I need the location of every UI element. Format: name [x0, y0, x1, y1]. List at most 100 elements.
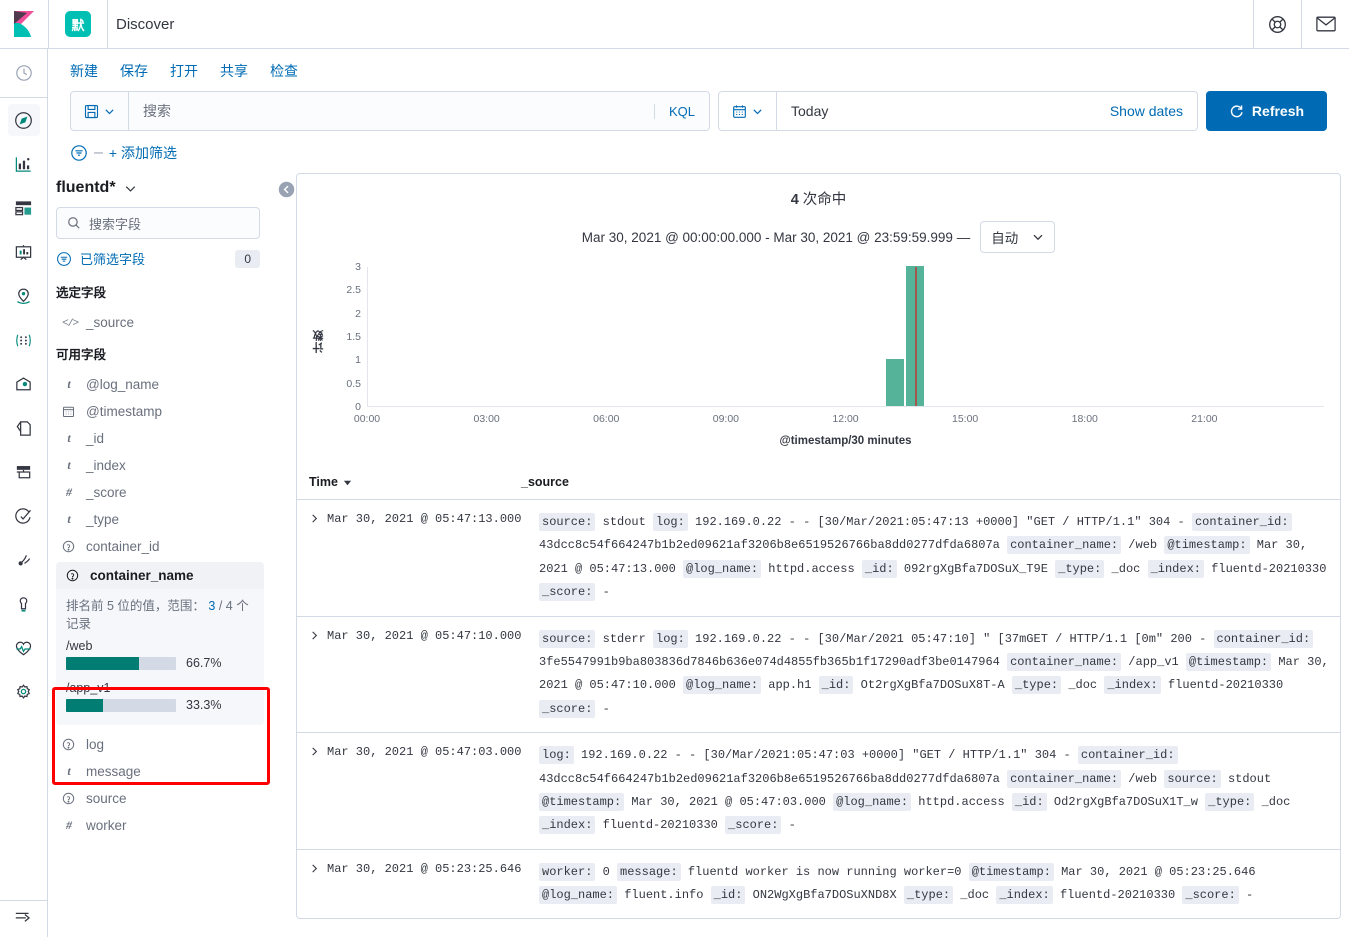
collapse-sidebar-button[interactable] — [278, 181, 295, 198]
sidebar-item-siem[interactable] — [8, 544, 40, 576]
table-row[interactable]: Mar 30, 2021 @ 05:47:03.000 log: 192.169.… — [297, 733, 1340, 850]
kibana-logo-icon[interactable] — [0, 0, 48, 48]
field-item-container-id[interactable]: container_id — [52, 533, 278, 560]
filter-icon — [56, 251, 72, 267]
table-row[interactable]: Mar 30, 2021 @ 05:47:10.000 source: stder… — [297, 617, 1340, 734]
plot-area[interactable] — [367, 266, 1324, 407]
mail-envelope-icon[interactable] — [1301, 0, 1349, 48]
field-search-input[interactable]: 搜索字段 — [56, 207, 260, 239]
filter-icon[interactable] — [70, 144, 88, 162]
field-item-id[interactable]: t _id — [52, 425, 278, 452]
sidebar-item-infrastructure[interactable] — [8, 368, 40, 400]
chart-time-marker — [914, 267, 917, 406]
string-type-icon: t — [67, 431, 71, 445]
field-value-bucket-app-v1[interactable]: /app_v1 33.3% — [56, 679, 264, 721]
date-picker-group[interactable]: Today Show dates — [718, 91, 1198, 131]
field-name: _type — [86, 512, 120, 527]
source-field-value: Ot2rgXgBfa7DOSuX8T-A — [853, 678, 1012, 693]
histogram-card: 4 次命中 Mar 30, 2021 @ 00:00:00.000 - Mar … — [296, 173, 1341, 465]
column-time[interactable]: Time — [309, 475, 521, 489]
sidebar-item-apm[interactable] — [8, 456, 40, 488]
save-button[interactable]: 保存 — [120, 61, 148, 81]
add-filter-button[interactable]: + 添加筛选 — [109, 143, 177, 163]
field-item-message[interactable]: t message — [52, 758, 278, 785]
expand-row-button[interactable] — [301, 511, 327, 605]
histogram-bar[interactable] — [885, 359, 905, 406]
field-item-log[interactable]: log — [52, 731, 278, 758]
cell-time: Mar 30, 2021 @ 05:23:25.646 — [327, 861, 522, 876]
source-field-value: stdout — [1220, 771, 1272, 786]
source-field-value: app.h1 — [761, 678, 819, 693]
lifebuoy-help-icon[interactable] — [1253, 0, 1301, 48]
chevron-down-icon — [1032, 231, 1044, 243]
expand-row-button[interactable] — [301, 744, 327, 838]
expand-row-button[interactable] — [301, 861, 327, 908]
collapse-nav-button[interactable] — [0, 900, 48, 937]
source-field-key: container_id: — [1213, 629, 1314, 648]
sidebar-item-monitoring[interactable] — [8, 632, 40, 664]
field-item-worker[interactable]: # worker — [52, 812, 278, 839]
source-field-value: stdout — [595, 515, 654, 529]
field-value-bucket-web[interactable]: /web 66.7% — [56, 637, 264, 679]
unknown-type-icon — [66, 569, 80, 582]
sidebar-item-dashboard[interactable] — [8, 192, 40, 224]
new-button[interactable]: 新建 — [70, 61, 98, 81]
source-field-key: @timestamp: — [968, 862, 1054, 881]
date-quick-select-button[interactable] — [719, 92, 777, 130]
table-row[interactable]: Mar 30, 2021 @ 05:47:13.000 source: stdou… — [297, 500, 1340, 617]
histogram-chart[interactable]: 计数 0 0.5 1 1.5 2 2.5 3 00:00 03:00 06:00 09:00 12:… — [309, 261, 1328, 457]
sidebar-item-logs[interactable] — [8, 412, 40, 444]
bucket-bar-track — [66, 656, 176, 670]
unknown-type-icon — [62, 540, 76, 553]
y-axis-tick: 0 — [355, 401, 361, 413]
open-button[interactable]: 打开 — [170, 61, 198, 81]
field-item-container-name[interactable]: container_name — [56, 562, 264, 589]
sidebar-item-management[interactable] — [8, 676, 40, 708]
source-field-value: 43dcc8c54f664247b1b2ed09621af3206b8e6519… — [539, 538, 1008, 553]
field-item-index[interactable]: t _index — [52, 452, 278, 479]
table-body: Mar 30, 2021 @ 05:47:13.000 source: stdou… — [297, 500, 1340, 918]
source-field-key: _index: — [996, 886, 1053, 905]
inspect-button[interactable]: 检查 — [270, 61, 298, 81]
filter-fields-button[interactable]: 已筛选字段 0 — [56, 249, 260, 268]
sidebar-item-machine-learning[interactable] — [8, 324, 40, 356]
table-row[interactable]: Mar 30, 2021 @ 05:23:25.646 worker: 0 mes… — [297, 850, 1340, 919]
source-field-value: httpd.access — [911, 794, 1012, 809]
string-type-icon: t — [67, 764, 71, 779]
expand-row-button[interactable] — [301, 628, 327, 722]
field-item-type[interactable]: t _type — [52, 506, 278, 533]
index-pattern-selector[interactable]: fluentd* — [52, 173, 278, 207]
sidebar-item-visualize[interactable] — [8, 148, 40, 180]
sort-down-icon[interactable] — [343, 478, 352, 487]
refresh-button[interactable]: Refresh — [1206, 91, 1327, 131]
interval-select[interactable]: 自动 — [980, 221, 1056, 253]
sidebar-item-maps[interactable] — [8, 280, 40, 312]
sidebar-item-discover[interactable] — [7, 104, 40, 136]
filter-bar: – + 添加筛选 — [48, 131, 1349, 173]
x-axis-tick: 21:00 — [1191, 413, 1218, 425]
show-dates-button[interactable]: Show dates — [1110, 103, 1197, 119]
string-type-icon: t — [67, 512, 71, 526]
field-item-source[interactable]: </> _source — [52, 309, 278, 336]
field-item-score[interactable]: # _score — [52, 479, 278, 506]
sidebar-item-recently-viewed[interactable] — [8, 57, 40, 89]
field-item-log-name[interactable]: t @log_name — [52, 371, 278, 398]
sidebar-item-uptime[interactable] — [8, 500, 40, 532]
field-item-timestamp[interactable]: @timestamp — [52, 398, 278, 425]
x-axis-tick: 00:00 — [353, 413, 381, 425]
source-field-key: _type: — [903, 886, 954, 905]
number-type-icon: # — [66, 485, 72, 499]
space-avatar[interactable]: 默 — [65, 11, 91, 37]
search-input-group[interactable]: 搜索 KQL — [70, 91, 710, 131]
x-axis-tick: 15:00 — [951, 413, 979, 425]
sidebar-item-dev-tools[interactable] — [8, 588, 40, 620]
column-source: _source — [521, 475, 569, 489]
date-range-value[interactable]: Today — [777, 103, 1110, 119]
sidebar-item-canvas[interactable] — [8, 236, 40, 268]
source-field-value: Mar 30, 2021 @ 05:23:25.646 — [1053, 864, 1256, 879]
share-button[interactable]: 共享 — [220, 61, 248, 81]
search-input[interactable]: 搜索 — [129, 101, 654, 121]
query-language-button[interactable]: KQL — [653, 103, 709, 119]
saved-query-button[interactable] — [71, 92, 129, 130]
field-item-source-field[interactable]: source — [52, 785, 278, 812]
